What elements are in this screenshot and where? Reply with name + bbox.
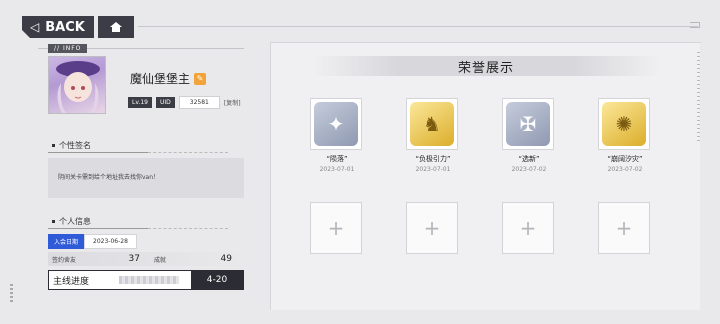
copy-uid-button[interactable]: [复制] [224,98,241,107]
badge-name: “选新” [518,155,540,163]
divider [271,42,701,43]
decor-bars [10,284,13,304]
badge-disaster-icon: ✺ [602,102,646,146]
badge-fall-icon: ✦ [314,102,358,146]
decor-edge [697,52,700,142]
progress-label: 主线进度 [53,276,90,287]
badge-item[interactable]: ✠ “选新” 2023-07-02 [502,98,556,173]
chevron-left-icon: ◁ [30,20,40,34]
badge-date: 2023-07-01 [319,166,355,173]
stat-label: 签约舍友 [52,256,77,264]
badge-item[interactable]: ✦ “陨落” 2023-07-01 [310,98,364,173]
main-progress-row: 主线进度 4-20 [48,270,244,290]
info-title-text: 个人信息 [59,217,91,226]
badge-name: “崩阔汐灾” [607,155,643,163]
divider [48,228,148,229]
badge-name: “负极引力” [415,155,451,163]
badge-item[interactable]: ♞ “负极引力” 2023-07-01 [406,98,460,173]
join-date-value: 2023-06-28 [84,234,137,249]
stat-value: 49 [220,254,232,264]
player-name-text: 魔仙堡堡主 [130,72,191,86]
join-date-row: 入会日期 2023-06-28 [48,234,137,249]
avatar-portrait-icon [56,61,100,113]
empty-badge-slot[interactable]: + [598,202,650,254]
info-tag: // INFO [48,44,88,53]
signature-text: 阴间关卡需到给个地址我去找你van！ [58,174,160,181]
avatar[interactable] [48,56,106,114]
signature-title: 个性签名 [52,140,91,151]
badge-date: 2023-07-01 [415,166,451,173]
signature-title-text: 个性签名 [59,141,91,150]
badge-select-icon: ✠ [506,102,550,146]
badge-frame: ✠ [502,98,554,150]
plus-icon: + [519,216,537,240]
stat-value: 37 [128,254,140,264]
badge-date: 2023-07-02 [607,166,643,173]
home-button[interactable] [98,16,134,38]
info-title: 个人信息 [52,216,91,227]
progress-value: 4-20 [191,271,243,289]
divider [148,228,228,229]
empty-badge-slot[interactable]: + [406,202,458,254]
empty-badge-slot[interactable]: + [310,202,362,254]
badge-name: “陨落” [326,155,348,163]
divider [138,26,698,27]
badge-frame: ✦ [310,98,362,150]
stat-label: 成就 [154,256,167,264]
level-badge: Lv.19 [128,97,152,108]
top-bar: ◁ BACK [0,0,720,40]
uid-value: 32581 [178,96,220,109]
empty-badge-slot[interactable]: + [502,202,554,254]
divider [148,152,228,153]
plus-icon: + [423,216,441,240]
progress-decoration [119,276,179,284]
badge-frame: ✺ [598,98,650,150]
badge-frame: ♞ [406,98,458,150]
honor-panel: 荣誉展示 ✦ “陨落” 2023-07-01 ♞ “负极引力” 2023-07-… [270,42,701,310]
join-date-label: 入会日期 [48,234,85,249]
back-button[interactable]: ◁ BACK [22,16,94,38]
profile-panel: // INFO 魔仙堡堡主 ✎ Lv.19 UID 32581 [复制] 个性签… [38,44,244,296]
meta-row: Lv.19 UID 32581 [复制] [128,96,241,109]
honor-title: 荣誉展示 [457,60,514,76]
edit-icon[interactable]: ✎ [194,72,207,85]
stats-row: 签约舍友 37 成就 49 [48,252,244,266]
signature-box[interactable]: 阴间关卡需到给个地址我去找你van！ [48,158,244,198]
honor-header: 荣誉展示 [311,56,661,76]
divider-cap [690,22,700,28]
player-name: 魔仙堡堡主 ✎ [130,70,207,87]
badge-date: 2023-07-02 [511,166,547,173]
back-label: BACK [45,19,85,35]
plus-icon: + [615,216,633,240]
plus-icon: + [327,216,345,240]
badge-gravity-icon: ♞ [410,102,454,146]
home-icon [110,22,122,32]
badge-item[interactable]: ✺ “崩阔汐灾” 2023-07-02 [598,98,652,173]
uid-label: UID [155,97,175,108]
divider [48,152,148,153]
